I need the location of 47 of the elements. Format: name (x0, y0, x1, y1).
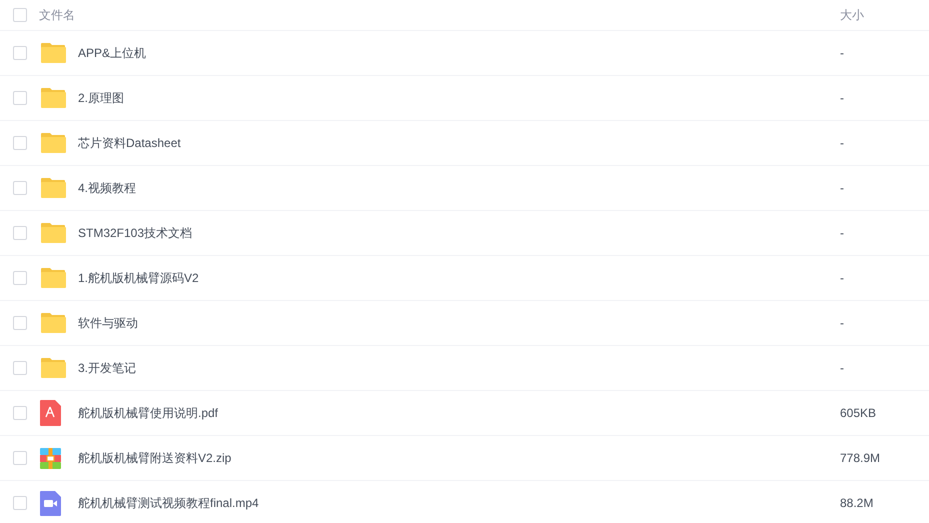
file-name[interactable]: 舵机版机械臂使用说明.pdf (78, 404, 840, 422)
checkbox[interactable] (13, 361, 27, 375)
folder-icon (40, 132, 66, 154)
file-size: 88.2M (840, 495, 874, 512)
checkbox[interactable] (13, 316, 27, 330)
file-name[interactable]: 软件与驱动 (78, 314, 840, 332)
file-name[interactable]: 舵机机械臂测试视频教程final.mp4 (78, 494, 840, 512)
folder-icon (40, 312, 66, 334)
checkbox[interactable] (13, 226, 27, 240)
file-name[interactable]: 4.视频教程 (78, 179, 840, 197)
file-name[interactable]: 2.原理图 (78, 89, 840, 107)
folder-icon (40, 177, 66, 199)
checkbox[interactable] (13, 46, 27, 60)
file-size: - (840, 315, 845, 332)
file-size: - (840, 90, 845, 107)
folder-icon (40, 357, 66, 379)
folder-icon (40, 42, 66, 64)
column-header: 文件名 (39, 7, 76, 24)
file-size: - (840, 45, 845, 62)
file-size: 778.9M (840, 450, 882, 467)
file-name[interactable]: 1.舵机版机械臂源码V2 (78, 269, 840, 287)
checkbox[interactable] (13, 181, 27, 195)
checkbox[interactable] (13, 8, 27, 22)
folder-icon (40, 87, 66, 109)
pdf-icon (40, 400, 61, 426)
checkbox[interactable] (13, 136, 27, 150)
column-header: 大小 (840, 7, 865, 24)
file-size: - (840, 180, 845, 197)
checkbox[interactable] (13, 91, 27, 105)
file-name[interactable]: 舵机版机械臂附送资料V2.zip (78, 449, 840, 467)
checkbox[interactable] (13, 406, 27, 420)
file-size: 605KB (840, 405, 878, 422)
file-name[interactable]: APP&上位机 (78, 44, 840, 62)
folder-icon (40, 222, 66, 244)
file-size: - (840, 225, 845, 242)
checkbox[interactable] (13, 496, 27, 510)
archive-icon (40, 448, 61, 468)
checkbox[interactable] (13, 451, 27, 465)
file-name[interactable]: 芯片资料Datasheet (78, 134, 840, 152)
file-name[interactable]: STM32F103技术文档 (78, 224, 840, 242)
video-icon (40, 490, 61, 516)
file-size: - (840, 135, 845, 152)
file-size: - (840, 360, 845, 377)
checkbox[interactable] (13, 271, 27, 285)
folder-icon (40, 267, 66, 289)
file-size: - (840, 270, 845, 287)
file-name[interactable]: 3.开发笔记 (78, 359, 840, 377)
